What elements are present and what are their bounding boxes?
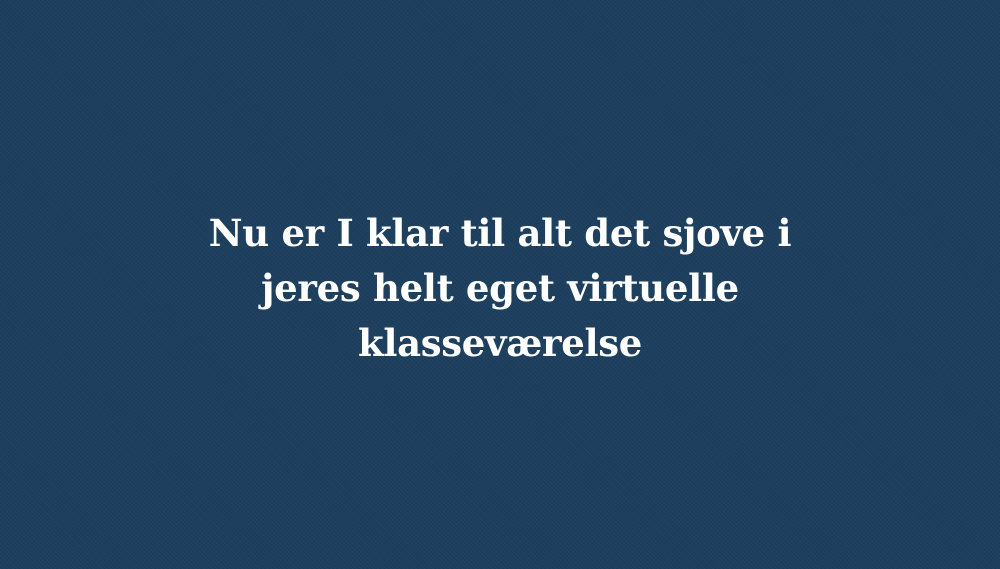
slide-message: Nu er I klar til alt det sjove i jeres h… <box>208 211 792 365</box>
slide-background: Nu er I klar til alt det sjove i jeres h… <box>0 0 1000 569</box>
